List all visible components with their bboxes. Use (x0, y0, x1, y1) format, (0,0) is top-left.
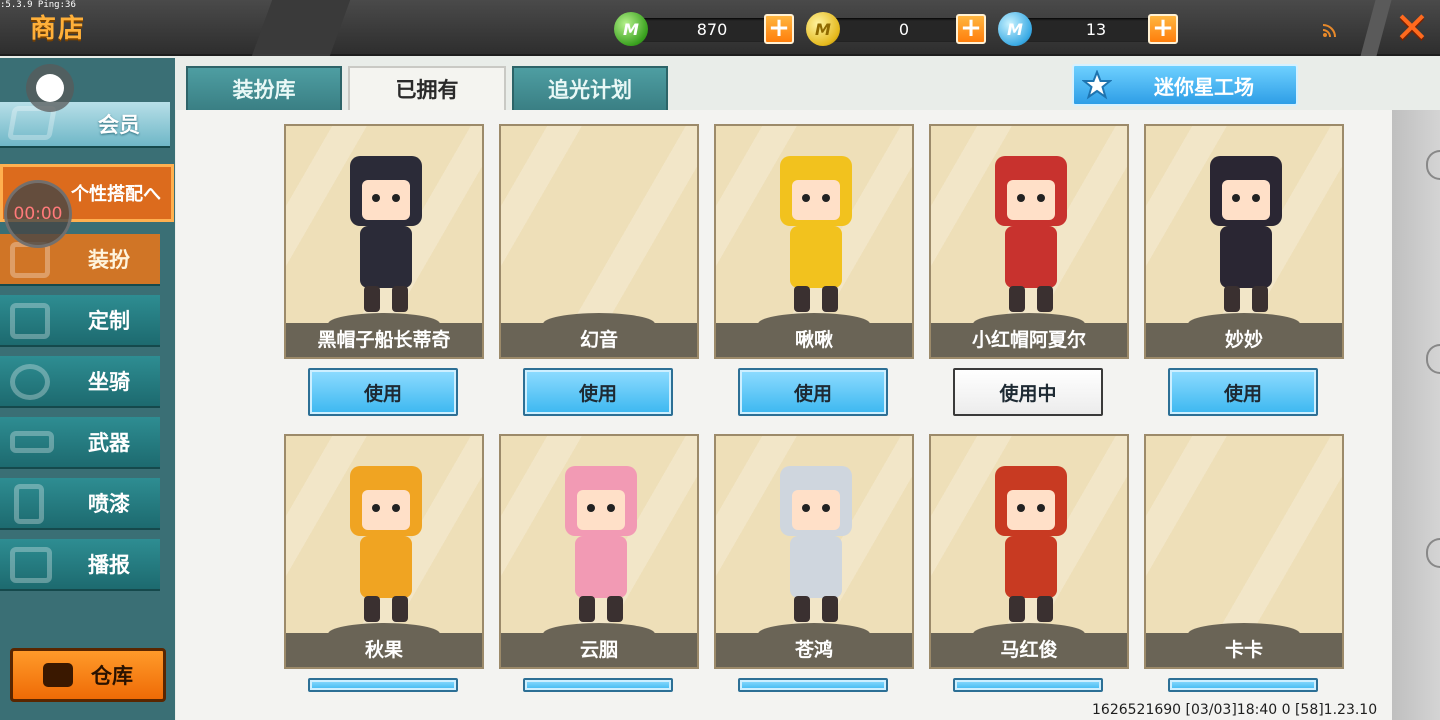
skin-card[interactable]: 秋果 (284, 434, 484, 669)
skin-name: 卡卡 (1146, 623, 1342, 667)
mount-icon (10, 364, 50, 400)
record-button[interactable] (26, 64, 74, 112)
customize-icon (10, 303, 50, 339)
blue-mini-coin-icon: M (998, 12, 1032, 46)
skin-card[interactable]: 啾啾 (714, 124, 914, 359)
warehouse-button[interactable]: 仓库 (10, 648, 166, 702)
broadcast-icon (10, 547, 52, 583)
skin-card[interactable]: 苍鸿 (714, 434, 914, 669)
skin-name: 苍鸿 (716, 623, 912, 667)
add-blue-coin-button[interactable]: + (1148, 14, 1178, 44)
sidebar-item-spray[interactable]: 喷漆 (0, 478, 160, 530)
add-green-coin-button[interactable]: + (764, 14, 794, 44)
skin-name: 啾啾 (716, 313, 912, 357)
panel-edge (1392, 110, 1440, 720)
skin-name: 马红俊 (931, 623, 1127, 667)
build-info: 1626521690 [03/03]18:40 0 [58]1.23.10 (1092, 702, 1378, 718)
record-timer: 00:00 (4, 180, 72, 248)
skin-card[interactable]: 幻音 (499, 124, 699, 359)
skin-name: 秋果 (286, 623, 482, 667)
tab-owned[interactable]: 已拥有 (348, 66, 506, 110)
header-divider (1360, 0, 1392, 56)
character-portrait (350, 156, 422, 312)
sidebar-item-customize[interactable]: 定制 (0, 295, 160, 347)
skin-card[interactable]: 妙妙 (1144, 124, 1344, 359)
character-portrait (995, 466, 1067, 622)
use-button[interactable]: 使用 (308, 368, 458, 416)
sidebar-item-weapon[interactable]: 武器 (0, 417, 160, 469)
skin-card[interactable]: 卡卡 (1144, 434, 1344, 669)
skin-name: 小红帽阿夏尔 (931, 313, 1127, 357)
sidebar-item-vip[interactable]: 会员 (0, 102, 170, 148)
in-use-button[interactable]: 使用中 (953, 368, 1103, 416)
character-portrait (995, 156, 1067, 312)
tab-outfit-library[interactable]: 装扮库 (186, 66, 342, 110)
top-bar: :5.3.9 Ping:36 商店 870 M + 0 M + 13 M + ✕ (0, 0, 1440, 56)
close-button[interactable]: ✕ (1390, 6, 1434, 50)
character-portrait (350, 466, 422, 622)
page-title: 商店 (30, 14, 87, 44)
skin-card[interactable]: 云胭 (499, 434, 699, 669)
gold-mini-coin-icon: M (806, 12, 840, 46)
weapon-icon (10, 431, 54, 453)
use-button[interactable]: 使用 (1168, 368, 1318, 416)
character-portrait (1210, 156, 1282, 312)
use-button[interactable]: 使用 (738, 368, 888, 416)
add-gold-coin-button[interactable]: + (956, 14, 986, 44)
spray-icon (14, 484, 44, 524)
use-button[interactable]: 使用 (523, 368, 673, 416)
character-portrait (780, 466, 852, 622)
sidebar-item-broadcast[interactable]: 播报 (0, 539, 160, 591)
skin-card[interactable]: 马红俊 (929, 434, 1129, 669)
character-portrait (780, 156, 852, 312)
tab-chasing-light[interactable]: 追光计划 (512, 66, 668, 110)
use-button[interactable] (738, 678, 888, 692)
green-mini-coin-icon: M (614, 12, 648, 46)
star-icon (1078, 68, 1116, 102)
sidebar-item-mount[interactable]: 坐骑 (0, 356, 160, 408)
character-portrait (565, 466, 637, 622)
chest-icon (43, 663, 73, 687)
skin-card[interactable]: 黑帽子船长蒂奇 (284, 124, 484, 359)
skin-card[interactable]: 小红帽阿夏尔 (929, 124, 1129, 359)
signal-icon (1322, 24, 1336, 38)
skin-name: 云胭 (501, 623, 697, 667)
mini-star-workshop-button[interactable]: 迷你星工场 (1072, 64, 1298, 106)
use-button[interactable] (523, 678, 673, 692)
use-button[interactable] (1168, 678, 1318, 692)
skin-name: 妙妙 (1146, 313, 1342, 357)
skin-name: 黑帽子船长蒂奇 (286, 313, 482, 357)
use-button[interactable] (308, 678, 458, 692)
use-button[interactable] (953, 678, 1103, 692)
skin-name: 幻音 (501, 313, 697, 357)
